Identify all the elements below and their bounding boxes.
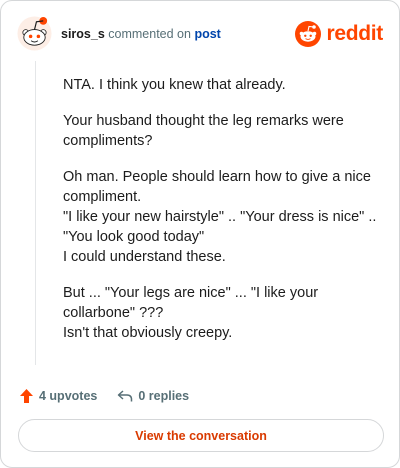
reddit-brand[interactable]: reddit: [295, 21, 383, 47]
upvote-count: 4 upvotes: [39, 389, 98, 403]
embedded-comment-card: siros_s commented on post reddit NTA. I …: [0, 0, 400, 468]
upvote-button[interactable]: 4 upvotes: [19, 388, 97, 404]
username-link[interactable]: siros_s: [61, 27, 105, 41]
reply-arrow-icon: [118, 390, 133, 402]
post-link[interactable]: post: [194, 27, 220, 41]
comment-paragraph: Oh man. People should learn how to give …: [63, 169, 377, 265]
comment-meta: siros_s commented on post: [61, 27, 221, 41]
reddit-logo-icon: [295, 21, 322, 47]
comment-body: NTA. I think you knew that already. Your…: [63, 75, 381, 359]
comment-paragraph: But ... "Your legs are nice" ... "I like…: [63, 285, 319, 341]
comment-paragraph: NTA. I think you knew that already.: [63, 77, 286, 93]
view-conversation-button[interactable]: View the conversation: [18, 419, 384, 452]
comment-header: siros_s commented on post reddit: [17, 16, 383, 52]
reply-count: 0 replies: [138, 389, 190, 403]
avatar[interactable]: [17, 16, 52, 51]
upvote-arrow-icon: [20, 389, 33, 403]
action-text: commented on: [108, 27, 191, 41]
comment-paragraph: Your husband thought the leg remarks wer…: [63, 113, 344, 149]
thread-line: [35, 61, 36, 365]
reddit-wordmark: reddit: [326, 22, 383, 45]
comment-actions: 4 upvotes 0 replies: [19, 386, 189, 406]
replies-button[interactable]: 0 replies: [117, 389, 189, 403]
